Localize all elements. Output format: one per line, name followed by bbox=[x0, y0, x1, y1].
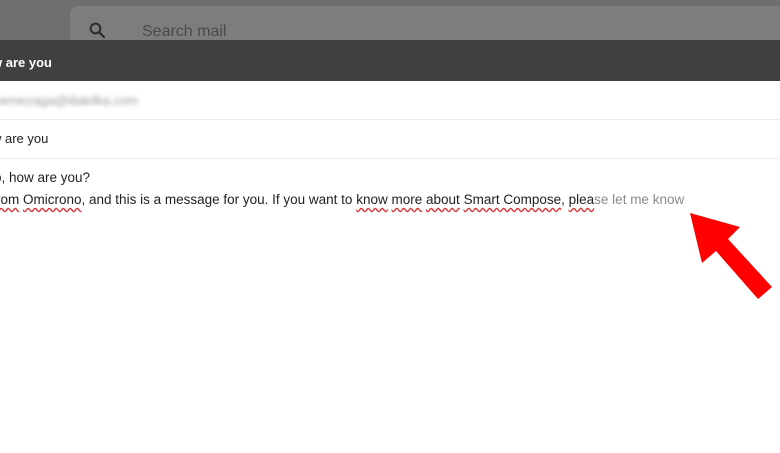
subject-field-row[interactable]: w are you bbox=[0, 120, 780, 159]
body-line-1: o, how are you? bbox=[0, 167, 684, 189]
body-text-segment: , and this is a message for you. If you … bbox=[81, 192, 353, 207]
body-line-2: rom Omicrono, and this is a message for … bbox=[0, 189, 684, 211]
body-word: plea bbox=[568, 192, 595, 207]
body-word: rom bbox=[0, 192, 20, 207]
smart-compose-suggestion[interactable]: se let me know bbox=[594, 192, 684, 207]
body-line-1-text: o, how are you? bbox=[0, 170, 91, 185]
search-input[interactable]: Search mail bbox=[142, 23, 226, 41]
body-word: know bbox=[356, 192, 388, 207]
body-word: Smart Compose bbox=[463, 192, 562, 207]
to-field[interactable]: hemezaga@iilakilka.com bbox=[0, 93, 138, 108]
top-bar: Search mail bbox=[0, 0, 780, 40]
body-text-segment: , bbox=[561, 192, 565, 207]
red-arrow-annotation-icon bbox=[690, 213, 772, 299]
compose-header: w are you bbox=[0, 40, 780, 81]
body-word: more bbox=[391, 192, 423, 207]
body-word: about bbox=[426, 192, 460, 207]
compose-title: w are you bbox=[0, 55, 52, 70]
body-word: Omicrono bbox=[23, 192, 82, 207]
to-field-row[interactable]: hemezaga@iilakilka.com bbox=[0, 81, 780, 120]
search-icon[interactable] bbox=[88, 21, 106, 39]
message-body[interactable]: o, how are you? rom Omicrono, and this i… bbox=[0, 167, 684, 211]
compose-window: w are you hemezaga@iilakilka.com w are y… bbox=[0, 40, 780, 453]
subject-field[interactable]: w are you bbox=[0, 131, 48, 146]
